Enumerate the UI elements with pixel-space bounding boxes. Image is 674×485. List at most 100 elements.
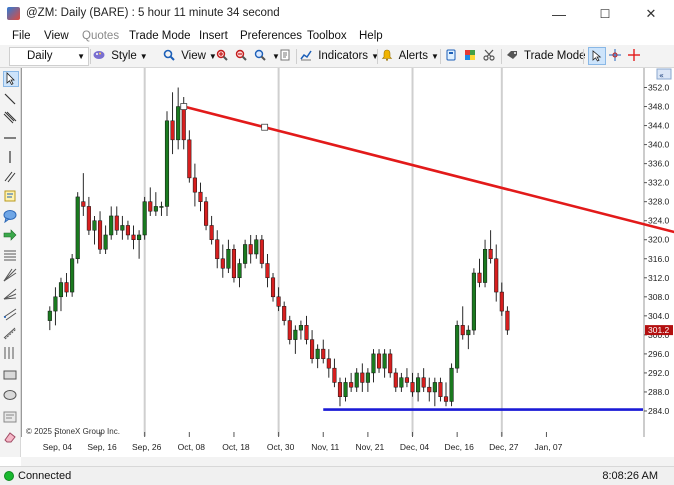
candle-body xyxy=(92,220,97,231)
indicators-button[interactable]: Indicators ▼ xyxy=(300,47,379,65)
candle-body xyxy=(304,325,309,340)
candle-body xyxy=(466,329,471,336)
maximize-button[interactable]: ☐ xyxy=(582,0,628,28)
gann-tool-icon[interactable] xyxy=(3,268,17,282)
channel-tool-icon[interactable] xyxy=(3,170,17,184)
zoom-menu-button[interactable]: ▼ xyxy=(254,47,280,65)
arrow-tool-icon[interactable] xyxy=(3,228,17,242)
candle-body xyxy=(58,282,64,298)
symbol-info-button[interactable] xyxy=(445,47,460,65)
price-axis-label: 284.0 xyxy=(648,406,670,416)
candle-body xyxy=(81,201,86,207)
line-tool-icon[interactable] xyxy=(3,92,17,106)
horizontal-line-tool-icon[interactable] xyxy=(3,131,17,145)
candle-body xyxy=(343,382,348,397)
color-button[interactable] xyxy=(464,47,479,65)
crosshair-tool-button[interactable] xyxy=(609,47,624,65)
candle-body xyxy=(70,258,75,293)
status-bar: Connected 8:08:26 AM xyxy=(0,466,674,485)
candle-body xyxy=(153,206,158,212)
candle-body xyxy=(181,106,186,141)
menu-toolbox[interactable]: Toolbox xyxy=(307,30,347,42)
view-label: View xyxy=(181,50,206,62)
candle-body xyxy=(477,272,482,283)
andrews-pitchfork-tool-icon[interactable] xyxy=(3,307,17,321)
magnifier-icon xyxy=(163,49,175,61)
minimize-button[interactable]: — xyxy=(536,0,582,28)
candle-body xyxy=(131,234,136,240)
candle-body xyxy=(254,239,259,255)
date-axis-label: Sep, 26 xyxy=(132,442,162,452)
select-tool-icon[interactable] xyxy=(3,71,19,87)
menu-quotes[interactable]: Quotes xyxy=(82,30,119,42)
copyright-text: © 2025 StoneX Group Inc. xyxy=(26,427,120,436)
cycle-tool-icon[interactable] xyxy=(3,346,17,360)
pointer-tool-button[interactable] xyxy=(588,47,606,65)
style-button[interactable]: Style ▼ xyxy=(93,47,148,65)
last-price-label: 301.2 xyxy=(648,325,670,335)
menu-file[interactable]: File xyxy=(12,30,31,42)
candle-body xyxy=(209,225,214,240)
candle-body xyxy=(488,248,493,260)
trade-mode-button[interactable]: Trade Mode xyxy=(506,47,586,65)
trendline-handle-start[interactable] xyxy=(180,103,188,110)
ellipse-tool-icon[interactable] xyxy=(3,388,17,402)
candle-body xyxy=(298,325,303,331)
fan-tool-icon[interactable] xyxy=(3,287,17,301)
candle-body xyxy=(421,377,426,388)
menu-help[interactable]: Help xyxy=(359,30,383,42)
candle-body xyxy=(499,291,504,312)
candle-body xyxy=(97,220,103,250)
app-icon xyxy=(7,7,20,20)
menu-insert[interactable]: Insert xyxy=(199,30,228,42)
fibonacci-tool-icon[interactable] xyxy=(3,248,17,262)
connection-status: Connected xyxy=(18,470,72,482)
plot-background xyxy=(21,68,643,457)
connection-status-icon xyxy=(4,471,14,481)
menu-view[interactable]: View xyxy=(44,30,69,42)
text-tool-icon[interactable] xyxy=(3,410,17,424)
candle-body xyxy=(164,120,170,207)
toolbar-divider xyxy=(501,49,502,64)
price-chart[interactable]: 352.0 348.0 344.0 340.0 336.0 332.0 328.0 324.0… xyxy=(21,68,674,457)
toolbar-divider xyxy=(90,49,91,64)
date-axis-label: Jan, 07 xyxy=(534,442,562,452)
regression-tool-icon[interactable] xyxy=(3,326,17,340)
toolbar-divider xyxy=(377,49,378,64)
view-button[interactable]: View ▼ xyxy=(163,47,217,65)
candle-body xyxy=(86,206,91,231)
indicators-label: Indicators xyxy=(318,50,369,62)
rectangle-tool-icon[interactable] xyxy=(3,368,17,382)
alerts-button[interactable]: Alerts ▼ xyxy=(381,47,439,65)
menu-preferences[interactable]: Preferences xyxy=(240,30,302,42)
candle-body xyxy=(148,201,153,212)
candle-body xyxy=(120,225,125,231)
callout-tool-icon[interactable] xyxy=(3,209,17,223)
double-chevron-left-icon[interactable]: « xyxy=(659,71,664,80)
eraser-tool-icon[interactable] xyxy=(3,430,17,444)
tools-button[interactable] xyxy=(483,47,498,65)
candle-body xyxy=(287,320,292,340)
note-tool-icon[interactable] xyxy=(3,189,17,203)
candle-body xyxy=(427,386,432,393)
cross-tool-button[interactable] xyxy=(628,47,643,65)
candle-body xyxy=(109,215,114,236)
candle-body xyxy=(310,339,315,359)
interval-select[interactable]: Daily ▼ xyxy=(9,47,89,66)
horizontal-scrollbar[interactable] xyxy=(21,457,674,466)
zoom-out-button[interactable] xyxy=(235,47,250,65)
vertical-line-tool-icon[interactable] xyxy=(3,150,17,164)
chart-area[interactable]: 352.0 348.0 344.0 340.0 336.0 332.0 328.0 324.0… xyxy=(21,68,674,457)
candle-body xyxy=(237,263,242,279)
parallel-lines-tool-icon[interactable] xyxy=(3,111,17,125)
indicators-icon xyxy=(300,50,312,61)
candle-body xyxy=(170,120,175,141)
page-setup-button[interactable] xyxy=(279,47,294,65)
candle-body xyxy=(382,353,387,369)
zoom-in-button[interactable] xyxy=(216,47,231,65)
close-button[interactable]: ✕ xyxy=(628,0,674,28)
candle-body xyxy=(142,201,147,236)
price-axis-label: 340.0 xyxy=(648,140,670,150)
trendline-handle-mid[interactable] xyxy=(261,123,269,131)
menu-trade-mode[interactable]: Trade Mode xyxy=(129,30,191,42)
